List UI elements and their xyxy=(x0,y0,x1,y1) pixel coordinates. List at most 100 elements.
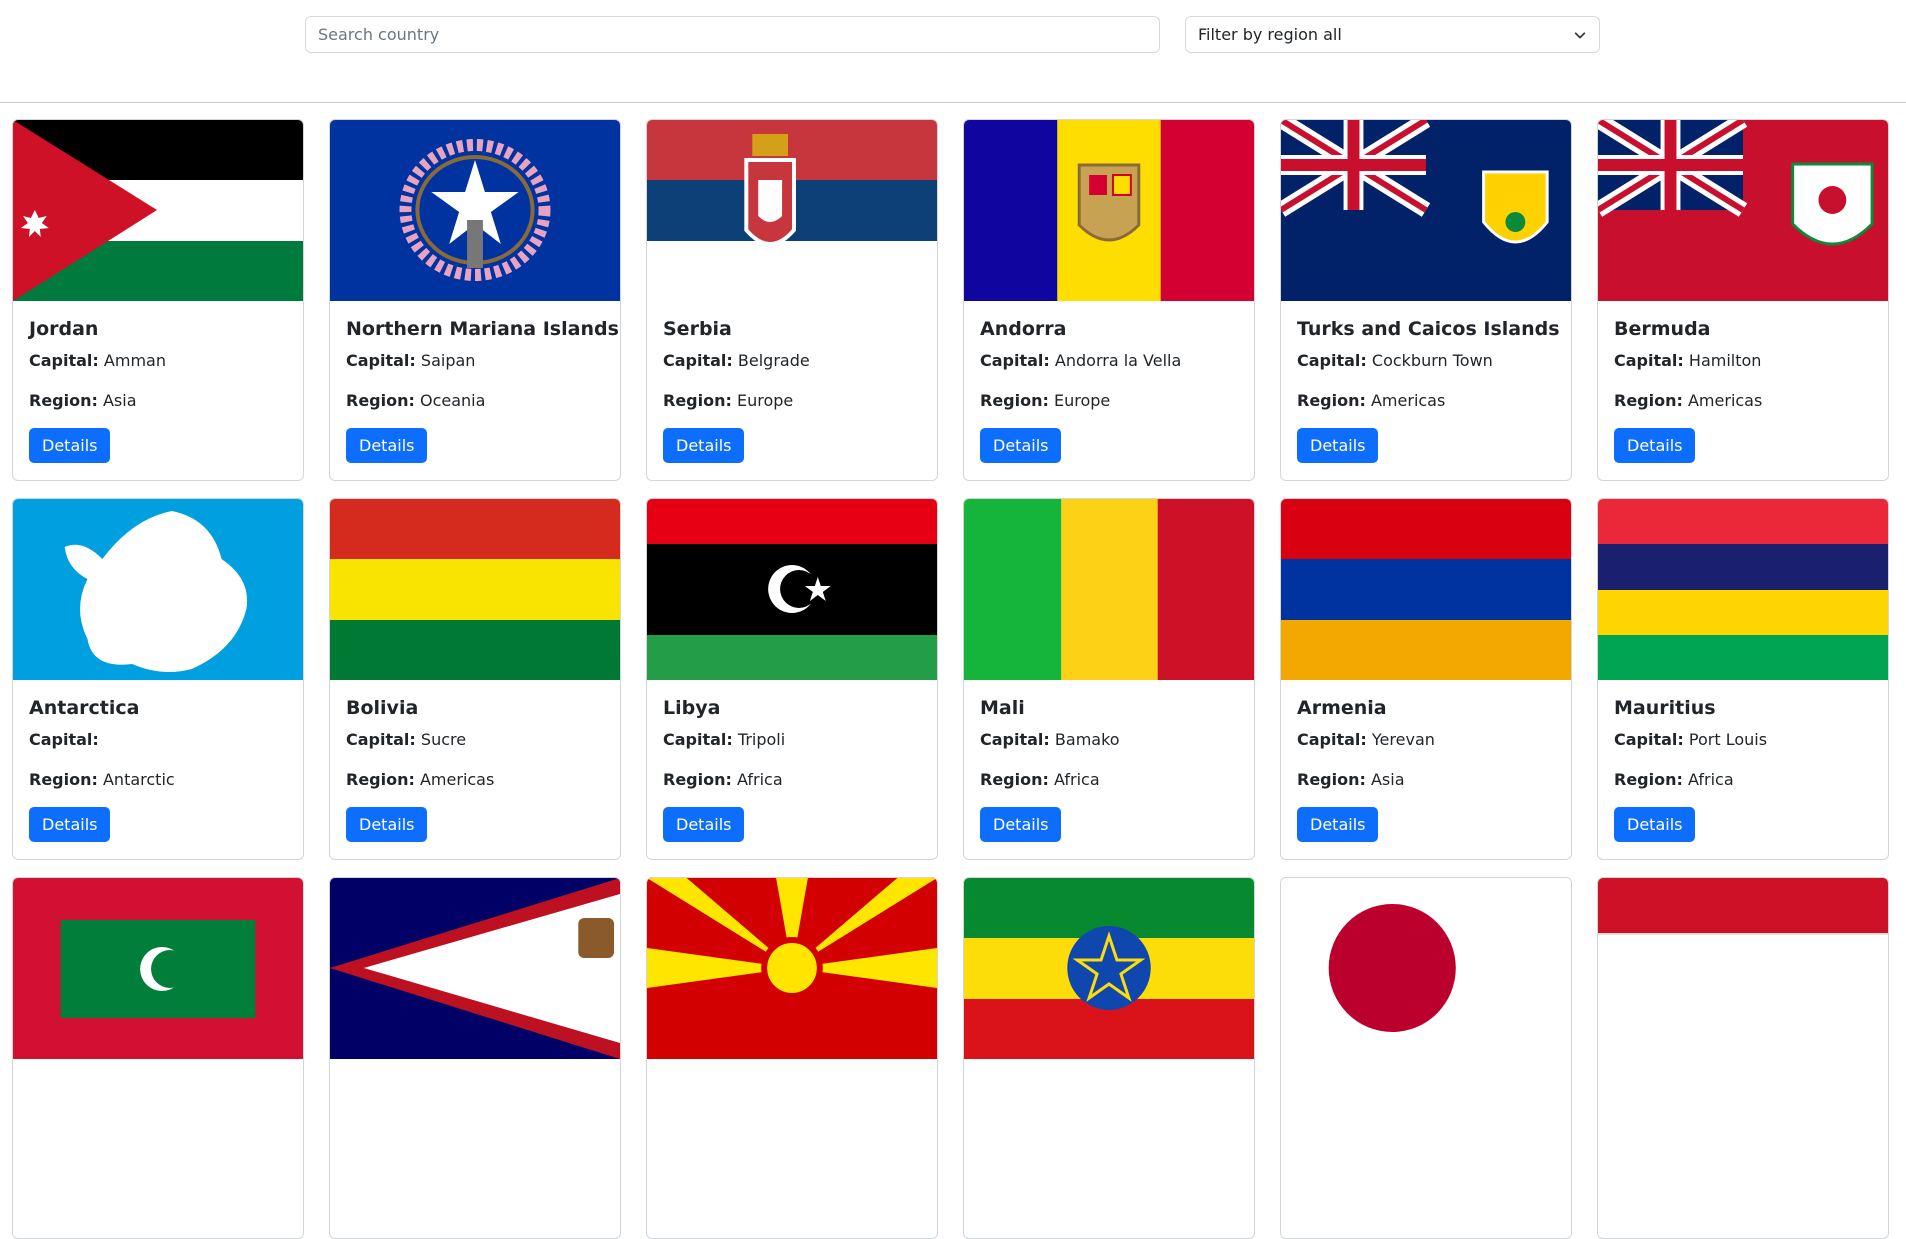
details-button[interactable]: Details xyxy=(1614,428,1696,463)
red-white-flag xyxy=(1598,878,1888,1059)
region-value: Asia xyxy=(102,391,137,410)
details-button[interactable]: Details xyxy=(346,807,428,842)
capital-value: Sucre xyxy=(420,730,467,749)
capital-label: Capital: xyxy=(29,730,99,749)
region-line: Region: Africa xyxy=(980,770,1238,789)
libya-flag xyxy=(647,499,937,680)
country-card xyxy=(1597,877,1889,1239)
country-name: Jordan xyxy=(29,318,99,340)
capital-value: Tripoli xyxy=(737,730,786,749)
capital-label: Capital: xyxy=(1297,730,1367,749)
capital-label: Capital: xyxy=(980,730,1050,749)
capital-line: Capital: Cockburn Town xyxy=(1297,351,1555,370)
andorra-flag xyxy=(964,120,1254,301)
region-line: Region: Africa xyxy=(663,770,921,789)
region-line: Region: Africa xyxy=(1614,770,1872,789)
region-label: Region: xyxy=(29,391,98,410)
country-card: Antarctica Capital: Region: Antarctic De… xyxy=(12,498,304,860)
jordan-flag xyxy=(13,120,303,301)
capital-value: Port Louis xyxy=(1688,730,1768,749)
country-grid: Jordan Capital: Amman Region: Asia Detai… xyxy=(12,119,1889,1239)
region-value: Africa xyxy=(736,770,783,789)
region-label: Region: xyxy=(663,391,732,410)
mali-flag xyxy=(964,499,1254,680)
capital-value: Saipan xyxy=(420,351,476,370)
top-bar: Filter by region all xyxy=(0,0,1906,103)
region-filter-label: Filter by region all xyxy=(1198,25,1342,44)
bolivia-flag xyxy=(330,499,620,680)
american-samoa-flag xyxy=(330,878,620,1059)
region-value: Europe xyxy=(1053,391,1111,410)
capital-line: Capital: Sucre xyxy=(346,730,604,749)
region-line: Region: Asia xyxy=(1297,770,1555,789)
capital-label: Capital: xyxy=(1614,351,1684,370)
country-name: Libya xyxy=(663,697,721,719)
region-label: Region: xyxy=(663,770,732,789)
country-name: Armenia xyxy=(1297,697,1387,719)
region-line: Region: Europe xyxy=(980,391,1238,410)
country-card: Armenia Capital: Yerevan Region: Asia De… xyxy=(1280,498,1572,860)
capital-label: Capital: xyxy=(1614,730,1684,749)
region-filter-select[interactable]: Filter by region all xyxy=(1185,16,1600,53)
details-button[interactable]: Details xyxy=(29,428,111,463)
region-value: Africa xyxy=(1687,770,1734,789)
details-button[interactable]: Details xyxy=(663,428,745,463)
region-value: Europe xyxy=(736,391,794,410)
capital-line: Capital: Bamako xyxy=(980,730,1238,749)
region-label: Region: xyxy=(29,770,98,789)
antarctica-flag xyxy=(13,499,303,680)
details-button[interactable]: Details xyxy=(663,807,745,842)
region-value: Americas xyxy=(1687,391,1763,410)
capital-value: Andorra la Vella xyxy=(1054,351,1182,370)
turks-and-caicos-flag xyxy=(1281,120,1571,301)
details-button[interactable]: Details xyxy=(29,807,111,842)
details-button[interactable]: Details xyxy=(1297,807,1379,842)
region-label: Region: xyxy=(980,391,1049,410)
country-name: Turks and Caicos Islands xyxy=(1297,318,1560,340)
country-card: Mauritius Capital: Port Louis Region: Af… xyxy=(1597,498,1889,860)
northern-mariana-islands-flag xyxy=(330,120,620,301)
chevron-down-icon xyxy=(1574,31,1586,38)
ethiopia-flag xyxy=(964,878,1254,1059)
country-card xyxy=(12,877,304,1239)
north-macedonia-flag xyxy=(647,878,937,1059)
region-line: Region: Antarctic xyxy=(29,770,287,789)
region-line: Region: Americas xyxy=(346,770,604,789)
capital-line: Capital: Tripoli xyxy=(663,730,921,749)
capital-label: Capital: xyxy=(663,351,733,370)
details-button[interactable]: Details xyxy=(346,428,428,463)
armenia-flag xyxy=(1281,499,1571,680)
country-card xyxy=(329,877,621,1239)
serbia-flag xyxy=(647,120,937,301)
region-value: Antarctic xyxy=(102,770,175,789)
country-card: Bermuda Capital: Hamilton Region: Americ… xyxy=(1597,119,1889,481)
region-label: Region: xyxy=(346,770,415,789)
capital-value: Yerevan xyxy=(1371,730,1435,749)
capital-line: Capital: xyxy=(29,730,287,749)
country-card: Turks and Caicos Islands Capital: Cockbu… xyxy=(1280,119,1572,481)
details-button[interactable]: Details xyxy=(1614,807,1696,842)
region-line: Region: Europe xyxy=(663,391,921,410)
mauritius-flag xyxy=(1598,499,1888,680)
region-label: Region: xyxy=(980,770,1049,789)
details-button[interactable]: Details xyxy=(980,428,1062,463)
country-name: Mali xyxy=(980,697,1025,719)
country-name: Bermuda xyxy=(1614,318,1711,340)
country-card: Northern Mariana Islands Capital: Saipan… xyxy=(329,119,621,481)
capital-label: Capital: xyxy=(663,730,733,749)
capital-label: Capital: xyxy=(346,351,416,370)
search-input[interactable] xyxy=(305,16,1160,53)
region-line: Region: Oceania xyxy=(346,391,604,410)
capital-line: Capital: Belgrade xyxy=(663,351,921,370)
country-name: Bolivia xyxy=(346,697,419,719)
capital-label: Capital: xyxy=(980,351,1050,370)
country-card xyxy=(963,877,1255,1239)
country-card xyxy=(646,877,938,1239)
region-label: Region: xyxy=(1297,391,1366,410)
country-card: Jordan Capital: Amman Region: Asia Detai… xyxy=(12,119,304,481)
region-label: Region: xyxy=(1614,391,1683,410)
region-label: Region: xyxy=(1614,770,1683,789)
details-button[interactable]: Details xyxy=(1297,428,1379,463)
country-card: Mali Capital: Bamako Region: Africa Deta… xyxy=(963,498,1255,860)
details-button[interactable]: Details xyxy=(980,807,1062,842)
